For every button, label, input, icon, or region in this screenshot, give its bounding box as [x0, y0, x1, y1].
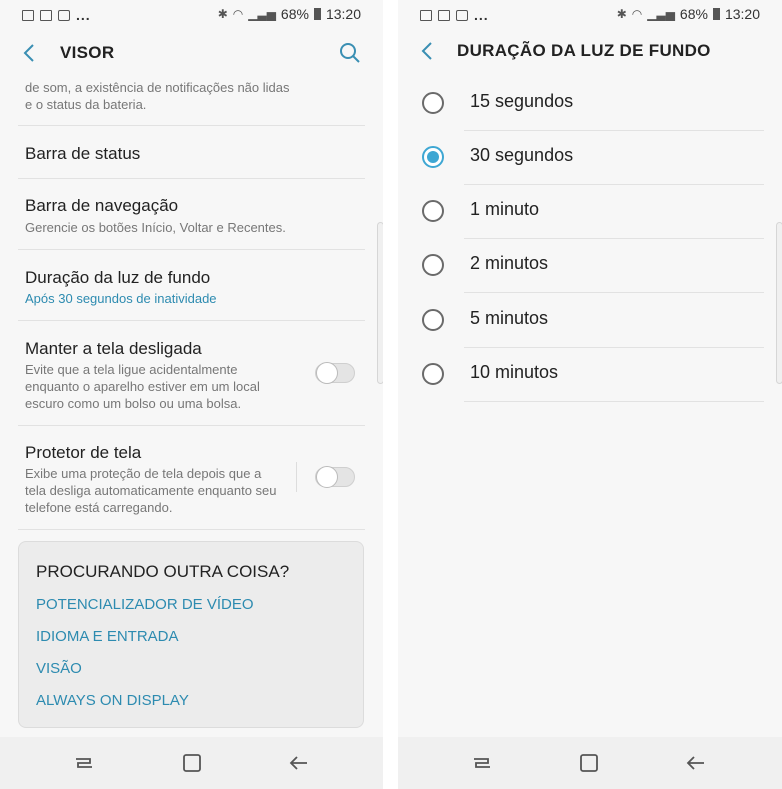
- gallery-notification-icon: [420, 9, 432, 21]
- option-2-minutes[interactable]: 2 minutos: [398, 239, 782, 293]
- toggle-knob: [316, 362, 338, 384]
- screen-timeout-screen: ... ✱ ◠ ▁▃▅ 68% 13:20 DURAÇÃO DA LUZ DE …: [398, 0, 782, 789]
- option-label: 1 minuto: [470, 199, 540, 219]
- nav-back-icon: [289, 756, 307, 770]
- signal-icon: ▁▃▅: [248, 7, 276, 21]
- bluetooth-icon: ✱: [616, 7, 627, 21]
- recents-button[interactable]: [72, 751, 96, 775]
- search-icon: [340, 43, 360, 63]
- radio-button-selected[interactable]: [422, 146, 444, 168]
- navigation-bar: [0, 737, 383, 789]
- divider: [464, 401, 764, 402]
- home-button[interactable]: [577, 751, 601, 775]
- nav-back-button[interactable]: [287, 751, 311, 775]
- setting-subtitle: Evite que a tela ligue acidentalmente en…: [25, 362, 260, 411]
- app-header: VISOR: [0, 30, 383, 78]
- recents-icon: [474, 758, 490, 768]
- bluetooth-icon: ✱: [217, 7, 228, 21]
- vertical-separator: [296, 462, 297, 492]
- setting-subtitle: Gerencie os botões Início, Voltar e Rece…: [25, 220, 286, 235]
- wifi-icon: ◠: [232, 7, 244, 21]
- mail-notification-icon: [456, 9, 468, 21]
- navigation-bar: [398, 737, 782, 789]
- wifi-icon: ◠: [631, 7, 643, 21]
- option-1-minute[interactable]: 1 minuto: [398, 185, 782, 239]
- radio-button[interactable]: [422, 92, 444, 114]
- display-settings-screen: ... ✱ ◠ ▁▃▅ 68% 13:20 VISOR de som, a ex…: [0, 0, 383, 789]
- setting-title: Barra de status: [25, 144, 141, 163]
- option-label: 30 segundos: [470, 145, 574, 165]
- divider: [18, 249, 365, 250]
- gallery-notification-icon: [22, 9, 34, 21]
- recents-button[interactable]: [470, 751, 494, 775]
- recents-icon: [76, 758, 92, 768]
- setting-title: Protetor de tela: [25, 443, 142, 462]
- image-notification-icon: [438, 9, 450, 21]
- clock: 13:20: [724, 6, 760, 22]
- setting-title: Barra de navegação: [25, 196, 179, 215]
- divider: [18, 425, 365, 426]
- screensaver-toggle[interactable]: [315, 466, 355, 488]
- setting-subtitle: Após 30 segundos de inatividade: [25, 291, 217, 306]
- home-icon: [580, 754, 598, 772]
- setting-title: Manter a tela desligada: [25, 339, 202, 358]
- divider: [18, 320, 365, 321]
- app-header: DURAÇÃO DA LUZ DE FUNDO: [398, 30, 782, 78]
- back-button[interactable]: [18, 40, 42, 66]
- battery-percent: 68%: [679, 6, 708, 22]
- partial-description: de som, a existência de notificações não…: [25, 80, 290, 112]
- option-label: 2 minutos: [470, 253, 549, 273]
- search-button[interactable]: [339, 42, 361, 64]
- option-30-seconds[interactable]: 30 segundos: [398, 131, 782, 185]
- nav-back-icon: [686, 756, 704, 770]
- mail-notification-icon: [58, 9, 70, 21]
- option-label: 10 minutos: [470, 362, 559, 382]
- divider: [464, 292, 764, 293]
- edge-panel-handle[interactable]: [377, 222, 383, 384]
- card-title: PROCURANDO OUTRA COISA?: [36, 562, 290, 581]
- link-vision[interactable]: VISÃO: [36, 660, 82, 677]
- clock: 13:20: [325, 6, 361, 22]
- radio-button[interactable]: [422, 363, 444, 385]
- setting-subtitle: Exibe uma proteção de tela depois que a …: [25, 466, 277, 515]
- option-5-minutes[interactable]: 5 minutos: [398, 294, 782, 348]
- battery-percent: 68%: [280, 6, 309, 22]
- divider: [18, 125, 365, 126]
- looking-for-something-else-card: PROCURANDO OUTRA COISA? POTENCIALIZADOR …: [18, 541, 364, 728]
- setting-title: Duração da luz de fundo: [25, 268, 211, 287]
- option-label: 15 segundos: [470, 91, 574, 111]
- option-label: 5 minutos: [470, 308, 549, 328]
- divider: [18, 178, 365, 179]
- nav-back-button[interactable]: [684, 751, 708, 775]
- home-button[interactable]: [180, 751, 204, 775]
- back-arrow-icon: [421, 42, 432, 60]
- page-title: DURAÇÃO DA LUZ DE FUNDO: [457, 41, 711, 60]
- signal-icon: ▁▃▅: [647, 7, 675, 21]
- page-title: VISOR: [60, 43, 115, 62]
- radio-button[interactable]: [422, 309, 444, 331]
- status-bar: ... ✱ ◠ ▁▃▅ 68% 13:20: [0, 0, 383, 30]
- radio-button[interactable]: [422, 200, 444, 222]
- divider: [18, 529, 365, 530]
- link-video-enhancer[interactable]: POTENCIALIZADOR DE VÍDEO: [36, 596, 254, 613]
- home-icon: [183, 754, 201, 772]
- back-button[interactable]: [416, 38, 440, 64]
- link-language-input[interactable]: IDIOMA E ENTRADA: [36, 628, 179, 645]
- keep-screen-off-toggle[interactable]: [315, 362, 355, 384]
- toggle-knob: [316, 466, 338, 488]
- link-always-on-display[interactable]: ALWAYS ON DISPLAY: [36, 692, 189, 709]
- image-notification-icon: [40, 9, 52, 21]
- battery-icon: [313, 8, 321, 20]
- status-bar: ... ✱ ◠ ▁▃▅ 68% 13:20: [398, 0, 782, 30]
- back-arrow-icon: [23, 44, 34, 62]
- edge-panel-handle[interactable]: [776, 222, 782, 384]
- option-15-seconds[interactable]: 15 segundos: [398, 77, 782, 131]
- more-notifications-icon: ...: [474, 7, 489, 23]
- battery-icon: [712, 8, 720, 20]
- option-10-minutes[interactable]: 10 minutos: [398, 348, 782, 402]
- more-notifications-icon: ...: [76, 7, 91, 23]
- radio-button[interactable]: [422, 254, 444, 276]
